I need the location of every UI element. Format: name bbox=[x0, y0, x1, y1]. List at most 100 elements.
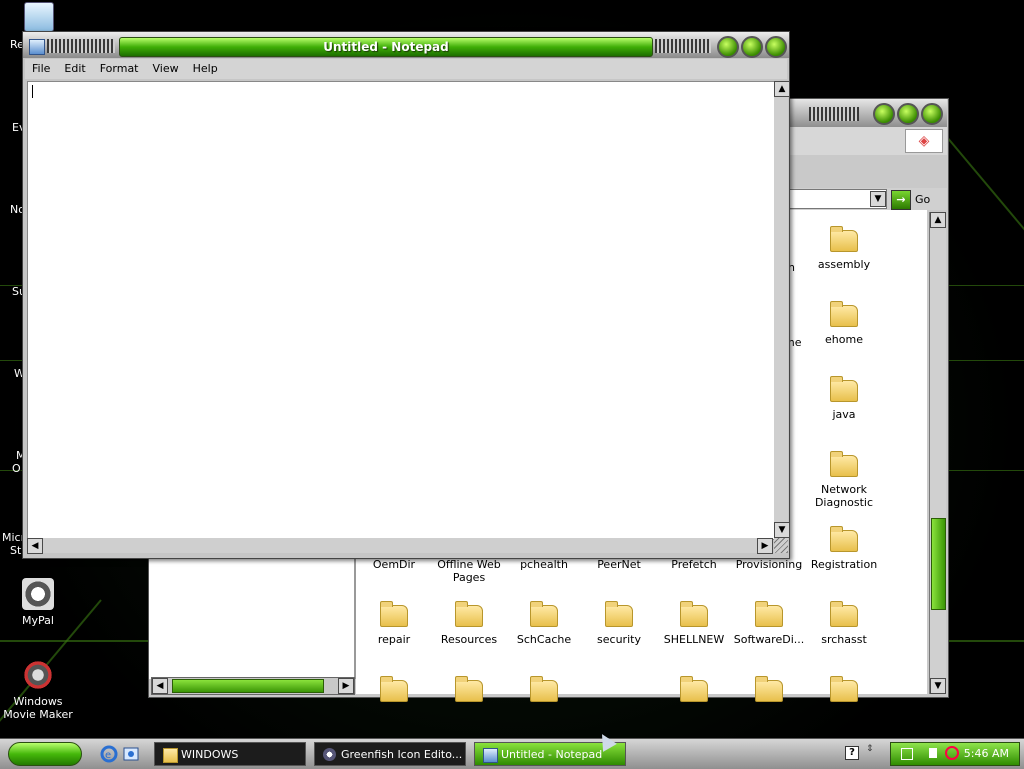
folder-item[interactable]: repair bbox=[356, 601, 432, 646]
folder-icon bbox=[830, 451, 858, 477]
scroll-down-icon[interactable]: ▼ bbox=[930, 678, 946, 694]
folder-icon bbox=[680, 676, 708, 702]
titlebar-grip bbox=[47, 39, 115, 53]
chevron-down-icon[interactable]: ▼ bbox=[870, 191, 886, 207]
task-label: WINDOWS bbox=[181, 748, 239, 761]
go-label[interactable]: Go bbox=[915, 193, 930, 206]
menu-help[interactable]: Help bbox=[186, 59, 225, 75]
folder-item-partial[interactable] bbox=[806, 676, 882, 708]
internet-explorer-icon[interactable]: e bbox=[100, 745, 118, 763]
menu-edit[interactable]: Edit bbox=[57, 59, 92, 75]
desktop-icon-movie-maker[interactable]: Windows Movie Maker bbox=[0, 659, 76, 721]
folder-label: security bbox=[597, 633, 641, 646]
notepad-titlebar[interactable]: Untitled - Notepad bbox=[23, 32, 789, 58]
task-button-greenfish[interactable]: Greenfish Icon Edito... bbox=[314, 742, 466, 766]
folder-icon bbox=[455, 601, 483, 627]
explorer-titlebar[interactable] bbox=[789, 99, 947, 127]
windows-logo-icon: ◈ bbox=[905, 129, 943, 153]
folder-icon bbox=[530, 601, 558, 627]
scroll-up-icon[interactable]: ▲ bbox=[930, 212, 946, 228]
folder-label: SoftwareDi... bbox=[733, 633, 805, 646]
folder-item[interactable]: SchCache bbox=[506, 601, 582, 646]
resize-grip-icon[interactable] bbox=[774, 538, 788, 553]
minimize-button[interactable] bbox=[873, 103, 895, 125]
folder-item-partial[interactable] bbox=[356, 676, 432, 708]
folder-item[interactable]: Network Diagnostic bbox=[806, 451, 882, 509]
notepad-window[interactable]: Untitled - Notepad File Edit Format View Hel… bbox=[22, 31, 790, 559]
scroll-left-icon[interactable]: ◀ bbox=[152, 678, 168, 694]
maximize-button[interactable] bbox=[741, 36, 763, 58]
folder-item[interactable]: SoftwareDi... bbox=[731, 601, 807, 646]
folder-icon bbox=[830, 526, 858, 552]
menu-view[interactable]: View bbox=[146, 59, 186, 75]
scroll-thumb[interactable] bbox=[172, 679, 324, 693]
close-button[interactable] bbox=[921, 103, 943, 125]
folder-label: PeerNet bbox=[597, 558, 641, 571]
task-label: Untitled - Notepad bbox=[501, 748, 603, 761]
titlebar-grip bbox=[809, 107, 859, 121]
maximize-button[interactable] bbox=[897, 103, 919, 125]
folder-item-partial[interactable] bbox=[731, 676, 807, 708]
explorer-toolbar: ◈ bbox=[789, 127, 947, 155]
folder-item[interactable]: Resources bbox=[431, 601, 507, 646]
network-icon[interactable] bbox=[901, 748, 913, 760]
text-editor[interactable] bbox=[27, 81, 775, 540]
task-button-windows[interactable]: WINDOWS bbox=[154, 742, 306, 766]
scroll-up-icon[interactable]: ▲ bbox=[774, 81, 790, 97]
greenfish-icon bbox=[323, 748, 336, 761]
folder-label: repair bbox=[377, 633, 411, 646]
scroll-thumb[interactable] bbox=[931, 518, 946, 610]
task-label: Greenfish Icon Edito... bbox=[341, 748, 463, 761]
desktop-label-clipped[interactable]: O bbox=[12, 462, 21, 475]
folder-item[interactable]: SHELLNEW bbox=[656, 601, 732, 646]
folder-item-partial[interactable] bbox=[431, 676, 507, 708]
show-desktop-icon[interactable] bbox=[122, 745, 140, 763]
recycle-bin-icon[interactable] bbox=[24, 2, 54, 32]
folder-item[interactable]: java bbox=[806, 376, 882, 421]
scroll-left-icon[interactable]: ◀ bbox=[27, 538, 43, 554]
help-icon[interactable]: ? bbox=[845, 746, 859, 760]
folder-label: SchCache bbox=[516, 633, 572, 646]
folder-icon bbox=[605, 601, 633, 627]
address-field[interactable]: ▼ bbox=[789, 189, 887, 209]
folder-item[interactable]: assembly bbox=[806, 226, 882, 271]
folder-item[interactable]: Registration bbox=[806, 526, 882, 571]
titlebar-grip bbox=[655, 39, 711, 53]
menu-format[interactable]: Format bbox=[93, 59, 146, 75]
folder-icon bbox=[830, 301, 858, 327]
folder-icon bbox=[830, 676, 858, 702]
volume-icon[interactable] bbox=[929, 748, 937, 758]
editor-vscrollbar[interactable]: ▲ ▼ bbox=[774, 81, 790, 538]
folder-item-partial[interactable] bbox=[506, 676, 582, 708]
folder-label: Provisioning bbox=[735, 558, 803, 571]
notepad-icon bbox=[483, 748, 498, 763]
desktop-icon-mypal[interactable]: MyPal bbox=[0, 578, 76, 627]
scroll-down-icon[interactable]: ▼ bbox=[774, 522, 790, 538]
file-list-vscrollbar[interactable]: ▲ ▼ bbox=[929, 212, 946, 694]
notepad-icon[interactable] bbox=[29, 39, 45, 55]
chevron-up-icon[interactable]: ⇕ bbox=[866, 744, 878, 760]
desktop-icon-label: MyPal bbox=[22, 614, 54, 627]
folder-item[interactable]: ehome bbox=[806, 301, 882, 346]
folder-label: srchasst bbox=[821, 633, 867, 646]
start-button[interactable] bbox=[8, 742, 82, 766]
folder-item[interactable]: security bbox=[581, 601, 657, 646]
menu-file[interactable]: File bbox=[25, 59, 57, 75]
scroll-right-icon[interactable]: ▶ bbox=[338, 678, 354, 694]
clock[interactable]: 5:46 AM bbox=[964, 747, 1009, 760]
folder-icon bbox=[830, 601, 858, 627]
go-button[interactable]: → bbox=[891, 190, 911, 210]
scroll-right-icon[interactable]: ▶ bbox=[757, 538, 773, 554]
folders-pane[interactable] bbox=[149, 558, 356, 679]
folders-pane-hscrollbar[interactable]: ◀ ▶ bbox=[151, 677, 355, 695]
folder-icon bbox=[455, 676, 483, 702]
folder-item[interactable]: srchasst bbox=[806, 601, 882, 646]
minimize-button[interactable] bbox=[717, 36, 739, 58]
close-button[interactable] bbox=[765, 36, 787, 58]
folder-icon bbox=[755, 601, 783, 627]
editor-hscrollbar[interactable]: ◀ ▶ bbox=[27, 538, 773, 554]
desktop-icon-label: Windows Movie Maker bbox=[3, 695, 73, 721]
folder-label: Registration bbox=[810, 558, 878, 571]
folder-item-partial[interactable] bbox=[656, 676, 732, 708]
search-icon[interactable] bbox=[945, 746, 959, 760]
